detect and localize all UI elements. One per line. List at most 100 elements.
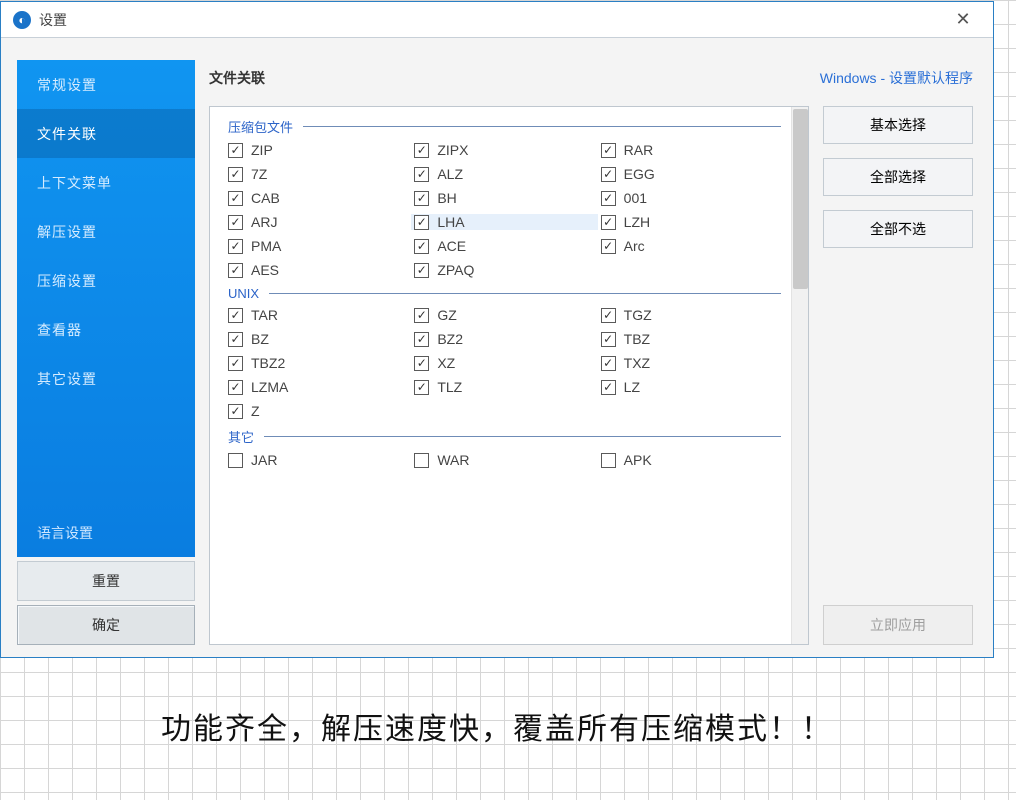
sidebar-item-other[interactable]: 其它设置 bbox=[17, 354, 195, 403]
checkbox-label: PMA bbox=[251, 238, 281, 254]
checkbox-icon bbox=[228, 404, 243, 419]
sidebar-item-label: 上下文菜单 bbox=[37, 173, 112, 193]
checkbox-lzh[interactable]: LZH bbox=[601, 214, 781, 230]
checkbox-bh[interactable]: BH bbox=[414, 190, 594, 206]
checkbox-jar[interactable]: JAR bbox=[228, 452, 408, 468]
checkbox-001[interactable]: 001 bbox=[601, 190, 781, 206]
checkbox-bz[interactable]: BZ bbox=[228, 331, 408, 347]
scroll-thumb[interactable] bbox=[793, 109, 808, 289]
sidebar-item-viewer[interactable]: 查看器 bbox=[17, 305, 195, 354]
reset-button[interactable]: 重置 bbox=[17, 561, 195, 601]
checkbox-icon bbox=[228, 239, 243, 254]
sidebar-item-label: 其它设置 bbox=[37, 369, 97, 389]
checkbox-label: TLZ bbox=[437, 379, 462, 395]
checkbox-arj[interactable]: ARJ bbox=[228, 214, 408, 230]
checkbox-label: ZPAQ bbox=[437, 262, 474, 278]
button-label: 重置 bbox=[92, 571, 120, 591]
checkbox-label: Arc bbox=[624, 238, 645, 254]
checkbox-label: Z bbox=[251, 403, 260, 419]
checkbox-tbz2[interactable]: TBZ2 bbox=[228, 355, 408, 371]
checkbox-tgz[interactable]: TGZ bbox=[601, 307, 781, 323]
checkbox-lha[interactable]: LHA bbox=[411, 214, 597, 230]
checkbox-zpaq[interactable]: ZPAQ bbox=[414, 262, 594, 278]
caption-text: 功能齐全，解压速度快，覆盖所有压缩模式！！ bbox=[0, 704, 994, 748]
checkbox-lzma[interactable]: LZMA bbox=[228, 379, 408, 395]
checkbox-alz[interactable]: ALZ bbox=[414, 166, 594, 182]
windows-default-link[interactable]: Windows - 设置默认程序 bbox=[820, 68, 973, 88]
checkbox-ace[interactable]: ACE bbox=[414, 238, 594, 254]
link-prefix: Windows - bbox=[820, 70, 889, 86]
checkbox-gz[interactable]: GZ bbox=[414, 307, 594, 323]
checkbox-icon bbox=[414, 308, 429, 323]
checkbox-icon bbox=[414, 215, 429, 230]
checkbox-icon bbox=[601, 167, 616, 182]
scrollbar[interactable] bbox=[791, 107, 808, 644]
button-label: 基本选择 bbox=[870, 115, 926, 135]
checkbox-war[interactable]: WAR bbox=[414, 452, 594, 468]
checkbox-zipx[interactable]: ZIPX bbox=[414, 142, 594, 158]
checkbox-label: TXZ bbox=[624, 355, 650, 371]
checkbox-apk[interactable]: APK bbox=[601, 452, 781, 468]
checkbox-tbz[interactable]: TBZ bbox=[601, 331, 781, 347]
checkbox-label: WAR bbox=[437, 452, 469, 468]
checkbox-label: TAR bbox=[251, 307, 278, 323]
checkbox-icon bbox=[414, 191, 429, 206]
ok-button[interactable]: 确定 bbox=[17, 605, 195, 645]
page-title: 文件关联 bbox=[209, 68, 265, 88]
select-all-button[interactable]: 全部选择 bbox=[823, 158, 973, 196]
checkbox-bz2[interactable]: BZ2 bbox=[414, 331, 594, 347]
sidebar-item-label: 常规设置 bbox=[37, 75, 97, 95]
sidebar-item-extract[interactable]: 解压设置 bbox=[17, 207, 195, 256]
checkbox-label: JAR bbox=[251, 452, 277, 468]
apply-button[interactable]: 立即应用 bbox=[823, 605, 973, 645]
sidebar-item-context-menu[interactable]: 上下文菜单 bbox=[17, 158, 195, 207]
close-icon[interactable]: ✕ bbox=[945, 5, 981, 35]
checkbox-egg[interactable]: EGG bbox=[601, 166, 781, 182]
sidebar-item-label: 解压设置 bbox=[37, 222, 97, 242]
checkbox-icon bbox=[414, 332, 429, 347]
checkbox-aes[interactable]: AES bbox=[228, 262, 408, 278]
link-text: 设置默认程序 bbox=[889, 70, 973, 86]
checkbox-xz[interactable]: XZ bbox=[414, 355, 594, 371]
checkbox-label: AES bbox=[251, 262, 279, 278]
checkbox-icon bbox=[228, 215, 243, 230]
checkbox-icon bbox=[414, 263, 429, 278]
checkbox-z[interactable]: Z bbox=[228, 403, 408, 419]
button-label: 全部选择 bbox=[870, 167, 926, 187]
checkbox-icon bbox=[601, 239, 616, 254]
checkbox-label: TGZ bbox=[624, 307, 652, 323]
checkbox-label: ZIP bbox=[251, 142, 273, 158]
checkbox-pma[interactable]: PMA bbox=[228, 238, 408, 254]
checkbox-tlz[interactable]: TLZ bbox=[414, 379, 594, 395]
app-icon: ◐ bbox=[13, 11, 31, 29]
titlebar: ◐ 设置 ✕ bbox=[1, 2, 993, 38]
checkbox-arc[interactable]: Arc bbox=[601, 238, 781, 254]
button-label: 确定 bbox=[92, 615, 120, 635]
main-header: 文件关联 Windows - 设置默认程序 bbox=[209, 60, 973, 96]
basic-select-button[interactable]: 基本选择 bbox=[823, 106, 973, 144]
file-types-panel: 压缩包文件 ZIP ZIPX RAR 7Z ALZ EGG CAB BH 001 bbox=[209, 106, 809, 645]
checkbox-icon bbox=[414, 167, 429, 182]
sidebar-item-language[interactable]: 语言设置 bbox=[17, 508, 195, 557]
checkbox-label: ARJ bbox=[251, 214, 277, 230]
checkbox-icon bbox=[601, 215, 616, 230]
select-none-button[interactable]: 全部不选 bbox=[823, 210, 973, 248]
checkbox-txz[interactable]: TXZ bbox=[601, 355, 781, 371]
checkbox-label: 7Z bbox=[251, 166, 267, 182]
sidebar-item-file-assoc[interactable]: 文件关联 bbox=[17, 109, 195, 158]
checkbox-tar[interactable]: TAR bbox=[228, 307, 408, 323]
checkbox-label: LZMA bbox=[251, 379, 288, 395]
checkbox-icon bbox=[601, 380, 616, 395]
checkbox-rar[interactable]: RAR bbox=[601, 142, 781, 158]
checkbox-cab[interactable]: CAB bbox=[228, 190, 408, 206]
checkbox-label: BZ bbox=[251, 331, 269, 347]
checkbox-label: GZ bbox=[437, 307, 456, 323]
checkbox-zip[interactable]: ZIP bbox=[228, 142, 408, 158]
sidebar-item-compress[interactable]: 压缩设置 bbox=[17, 256, 195, 305]
checkbox-lz[interactable]: LZ bbox=[601, 379, 781, 395]
checkbox-label: TBZ2 bbox=[251, 355, 285, 371]
checkbox-7z[interactable]: 7Z bbox=[228, 166, 408, 182]
checkbox-icon bbox=[414, 356, 429, 371]
sidebar-item-general[interactable]: 常规设置 bbox=[17, 60, 195, 109]
checkbox-label: CAB bbox=[251, 190, 280, 206]
